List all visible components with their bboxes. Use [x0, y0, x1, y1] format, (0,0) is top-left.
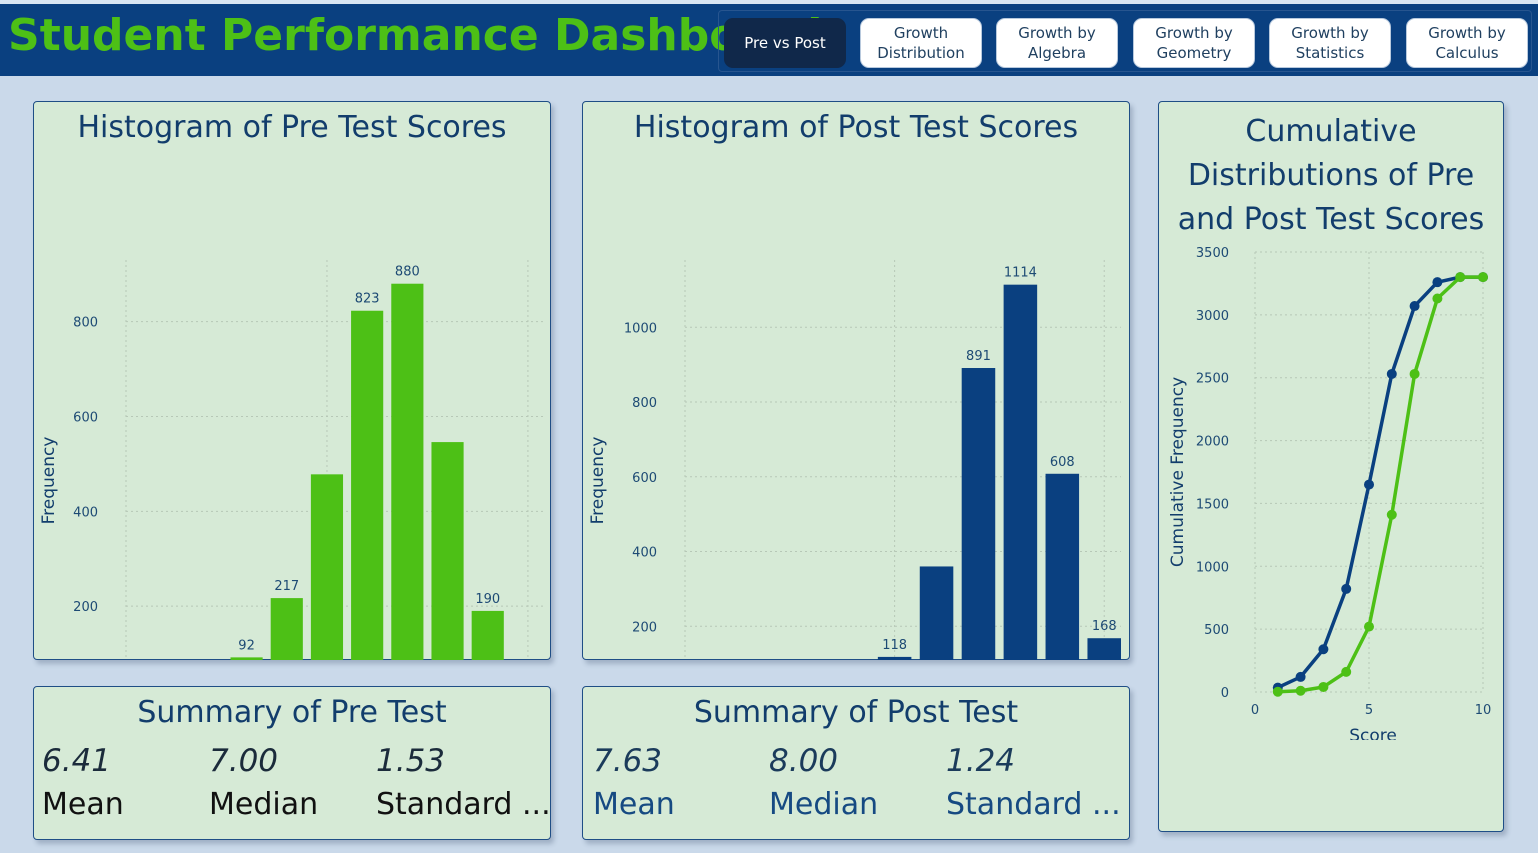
pre-histogram-data-label: 217	[274, 579, 299, 594]
pre-histogram-bar	[471, 610, 504, 660]
cumulative-xaxis-title: Score	[1349, 726, 1397, 740]
cumulative-pre-test-point	[1409, 301, 1420, 312]
cumulative-post-test-point	[1455, 272, 1466, 283]
cumulative-ytick-label: 0	[1221, 686, 1229, 701]
pre-histogram-bar	[351, 310, 384, 660]
cumulative-xtick-label: 0	[1251, 703, 1259, 718]
post-histogram-data-label: 891	[966, 349, 991, 364]
tab-growth-by-algebra[interactable]: Growth by Algebra	[996, 18, 1118, 68]
tab-growth-distribution[interactable]: Growth Distribution	[860, 18, 982, 68]
post-histogram-data-label: 168	[1092, 619, 1117, 634]
post-histogram-ytick-label: 800	[632, 396, 657, 411]
cumulative-post-test-point	[1409, 368, 1420, 379]
pre-histogram-chart: 0200400600800051079221782388019039Pre Te…	[39, 260, 544, 660]
pre-histogram-ytick-label: 200	[73, 600, 98, 615]
cumulative-ytick-label: 3500	[1196, 246, 1229, 261]
cumulative-pre-test-point	[1386, 368, 1397, 379]
post-median-value: 8.00	[769, 743, 839, 779]
post-std-label: Standard ...	[946, 787, 1121, 822]
post-summary-title: Summary of Post Test	[693, 695, 1019, 730]
cumulative-post-test-point	[1432, 293, 1443, 304]
cumulative-pre-test-line	[1277, 275, 1483, 690]
post-mean-value: 7.63	[593, 743, 663, 779]
cumulative-card: Cumulative Distributions of Pre and Post…	[1158, 101, 1504, 832]
pre-summary-card: Summary of Pre Test 6.41 7.00 1.53 Mean …	[33, 686, 551, 840]
tab-pre-vs-post[interactable]: Pre vs Post	[724, 18, 846, 68]
pre-histogram-bar	[431, 442, 464, 660]
cumulative-xtick-label: 10	[1475, 703, 1492, 718]
post-histogram-card: Histogram of Post Test Scores 0200400600…	[582, 101, 1130, 660]
cumulative-ytick-label: 3000	[1196, 309, 1229, 324]
post-histogram-ytick-label: 200	[632, 620, 657, 635]
pre-histogram-bar	[391, 283, 424, 660]
tab-growth-by-statistics[interactable]: Growth by Statistics	[1269, 18, 1391, 68]
pre-std-value: 1.53	[376, 743, 446, 779]
post-histogram-ytick-label: 600	[632, 471, 657, 486]
post-median-label: Median	[769, 787, 879, 822]
cumulative-ytick-label: 1000	[1196, 560, 1229, 575]
pre-histogram-ytick-label: 800	[73, 316, 98, 331]
header-bar: Student Performance Dashboard Pre vs Pos…	[0, 0, 1538, 76]
pre-histogram-card: Histogram of Pre Test Scores 02004006008…	[33, 101, 551, 660]
cumulative-pre-test-point	[1318, 644, 1329, 655]
post-summary-card: Summary of Post Test 7.63 8.00 1.24 Mean…	[582, 686, 1130, 840]
post-histogram-bar	[961, 368, 996, 660]
post-std-value: 1.24	[946, 743, 1016, 779]
pre-histogram-yaxis-title: Frequency	[39, 437, 59, 525]
cumulative-pre-test-point	[1295, 671, 1306, 682]
cumulative-ytick-label: 1500	[1196, 497, 1229, 512]
cumulative-chart: 0 500 1000 1500 2000 2500 3000 3500 0 5 10 Score Cum…	[1168, 246, 1492, 740]
tab-growth-by-geometry[interactable]: Growth by Geometry	[1133, 18, 1255, 68]
pre-histogram-bar	[310, 474, 344, 660]
post-histogram-data-label: 118	[882, 638, 907, 653]
post-histogram-data-label: 608	[1050, 455, 1075, 470]
post-histogram-bar	[877, 656, 912, 660]
cumulative-title: Cumulative Distributions of Pre and Post…	[1177, 114, 1485, 237]
pre-histogram-ytick-label: 600	[73, 410, 98, 425]
app-title: Student Performance Dashboard	[8, 10, 823, 61]
cumulative-yaxis-title: Cumulative Frequency	[1168, 377, 1188, 567]
pre-histogram-data-label: 190	[475, 592, 500, 607]
pre-histogram-bar	[230, 657, 263, 660]
pre-median-label: Median	[209, 787, 319, 822]
tab-growth-by-calculus[interactable]: Growth by Calculus	[1406, 18, 1528, 68]
page-navigation: Pre vs Post Growth Distribution Growth b…	[718, 10, 1532, 72]
pre-mean-label: Mean	[42, 787, 124, 822]
cumulative-ytick-label: 2500	[1196, 372, 1229, 387]
cumulative-pre-test-point	[1432, 277, 1443, 288]
post-histogram-bar	[1045, 473, 1080, 660]
post-histogram-data-label: 1114	[1004, 266, 1037, 281]
pre-histogram-data-label: 823	[355, 292, 380, 307]
pre-histogram-data-label: 880	[395, 265, 420, 280]
cumulative-post-test-point	[1272, 686, 1283, 697]
post-histogram-ytick-label: 1000	[624, 321, 657, 336]
cumulative-post-test-point	[1295, 685, 1306, 696]
pre-median-value: 7.00	[209, 743, 279, 779]
cumulative-ytick-label: 2000	[1196, 435, 1229, 450]
cumulative-post-test-point	[1318, 681, 1329, 692]
post-histogram-chart: 020040060080010000510281188911114608168P…	[588, 260, 1121, 660]
cumulative-post-test-point	[1478, 272, 1488, 283]
cumulative-ytick-label: 500	[1204, 623, 1229, 638]
post-histogram-yaxis-title: Frequency	[588, 437, 608, 525]
pre-std-label: Standard ...	[376, 787, 551, 822]
pre-histogram-ytick-label: 400	[73, 505, 98, 520]
post-mean-label: Mean	[593, 787, 675, 822]
post-histogram-bar	[1087, 638, 1121, 660]
cumulative-post-test-point	[1386, 509, 1397, 520]
pre-mean-value: 6.41	[42, 743, 112, 779]
cumulative-pre-test-point	[1341, 583, 1352, 594]
cumulative-post-test-point	[1341, 666, 1352, 677]
pre-summary-title: Summary of Pre Test	[137, 695, 447, 730]
post-histogram-bar	[1003, 284, 1038, 660]
pre-histogram-data-label: 92	[238, 638, 255, 653]
cumulative-xtick-label: 5	[1365, 703, 1373, 718]
post-histogram-bar	[919, 566, 954, 660]
cumulative-post-test-point	[1364, 621, 1374, 632]
post-histogram-ytick-label: 400	[632, 546, 657, 561]
cumulative-pre-test-point	[1364, 479, 1374, 490]
pre-histogram-bar	[270, 598, 303, 660]
